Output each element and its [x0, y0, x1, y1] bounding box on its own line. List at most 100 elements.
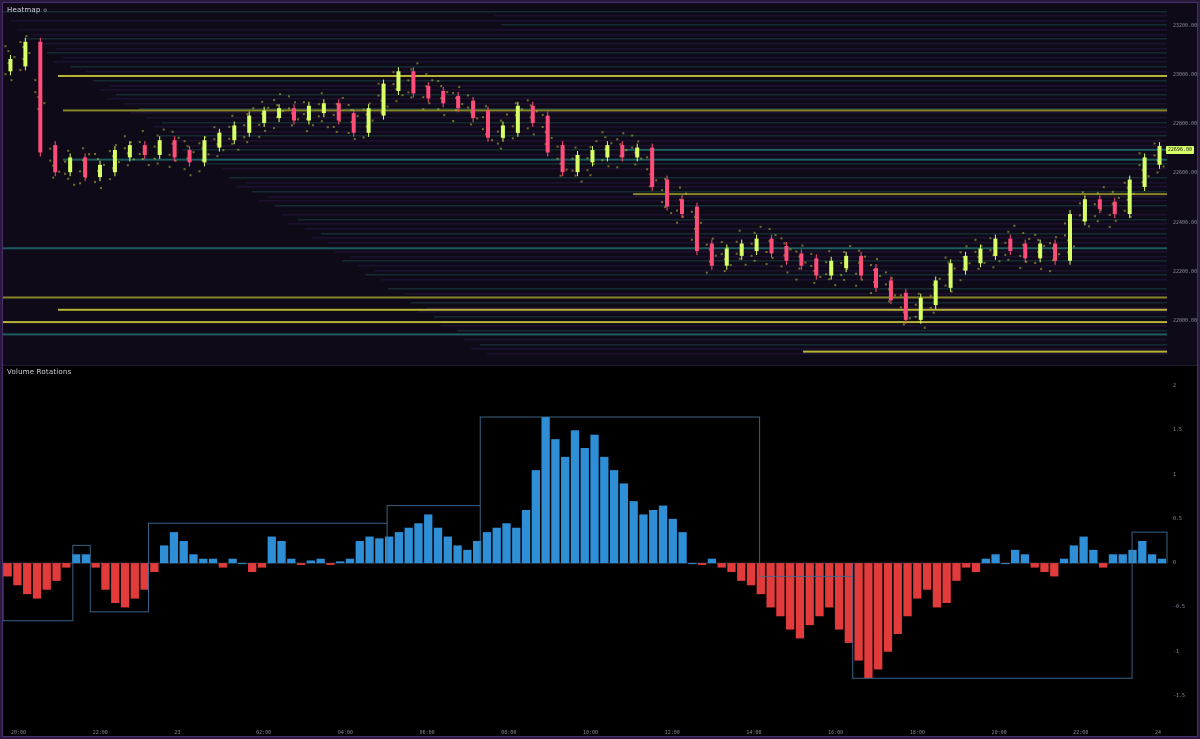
heatmap-canvas[interactable] [3, 3, 1198, 365]
liquidity-cell [968, 262, 971, 265]
liquidity-cell [589, 146, 592, 149]
liquidity-cell [795, 250, 798, 253]
price-candle [530, 105, 535, 123]
liquidity-cell [347, 131, 350, 134]
price-candle [202, 140, 207, 163]
liquidity-streak [109, 85, 1167, 87]
volume-bar [62, 563, 71, 568]
liquidity-cell [407, 79, 410, 82]
volume-bar [248, 563, 257, 572]
price-tick-label: 22600.00 [1173, 170, 1198, 177]
liquidity-cell [780, 265, 783, 268]
liquidity-streak [93, 80, 1167, 82]
liquidity-cell [341, 96, 344, 99]
liquidity-cell [67, 149, 70, 152]
liquidity-cell [511, 125, 514, 128]
time-tick-label: 24 [1155, 730, 1162, 736]
liquidity-streak [464, 339, 1167, 341]
price-candle [172, 140, 177, 158]
liquidity-cell [440, 85, 443, 88]
volume-bar [551, 439, 560, 564]
liquidity-cell [1108, 225, 1111, 228]
price-candle [112, 150, 117, 173]
price-candle [799, 253, 804, 266]
liquidity-cell [34, 91, 37, 94]
volume-bar [1040, 563, 1049, 572]
liquidity-cell [571, 157, 574, 160]
liquidity-cell [228, 125, 231, 128]
liquidity-streak [24, 38, 1167, 40]
price-candle [515, 105, 520, 133]
liquidity-cell [893, 294, 896, 297]
time-tick-label: 18:00 [909, 730, 925, 736]
settings-icon[interactable]: ⚙ [43, 8, 48, 14]
liquidity-cell [810, 252, 813, 255]
liquidity-cell [1028, 237, 1031, 240]
liquidity-cell [843, 251, 846, 254]
liquidity-streak [289, 223, 1167, 225]
price-candle [500, 125, 505, 138]
price-candle [859, 255, 864, 276]
price-candle [814, 258, 819, 276]
time-tick-label: 02:00 [256, 730, 272, 736]
heatmap-panel[interactable]: Heatmap ⚙ 23200.00 23000.00 22800.00 22600.… [3, 3, 1198, 365]
volume-bar [688, 563, 697, 565]
liquidity-cell [279, 93, 282, 96]
price-candle [1157, 146, 1162, 165]
liquidity-cell [1087, 225, 1090, 228]
liquidity-streak [275, 205, 1167, 207]
liquidity-cell [425, 73, 428, 76]
volume-bar [160, 545, 169, 564]
liquidity-streak [268, 196, 1167, 198]
liquidity-streak [457, 330, 1167, 332]
liquidity-cell [416, 62, 419, 65]
volume-bar [600, 456, 609, 564]
liquidity-cell [637, 140, 640, 143]
volume-bar [805, 563, 814, 626]
liquidity-streak [471, 348, 1167, 350]
volume-bar [424, 514, 433, 564]
liquidity-cell [565, 168, 568, 171]
liquidity-streak [199, 154, 1167, 156]
liquidity-cell [989, 249, 992, 252]
volume-bar [668, 518, 677, 564]
volume-canvas[interactable] [3, 366, 1198, 726]
volume-bar [326, 563, 335, 565]
liquidity-cell [834, 284, 837, 287]
liquidity-cell [52, 176, 55, 179]
liquidity-cell [1049, 242, 1052, 245]
volume-bar [609, 470, 619, 564]
liquidity-cell [79, 182, 82, 185]
liquidity-cell [455, 109, 458, 112]
liquidity-cell [607, 165, 610, 168]
liquidity-cell [550, 137, 553, 140]
volume-panel[interactable]: Volume Rotations 2 1.5 1 0.5 0 -0.5 -1 -1.5 [3, 366, 1198, 726]
liquidity-cell [828, 278, 831, 281]
liquidity-cell [616, 166, 619, 169]
price-tick-label: 23200.00 [1173, 22, 1198, 29]
liquidity-cell [917, 320, 920, 323]
liquidity-cell [938, 277, 941, 280]
price-candle [1097, 199, 1102, 210]
liquidity-cell [443, 114, 446, 117]
liquidity-cell [97, 157, 99, 160]
volume-bar [3, 563, 12, 577]
liquidity-streak [404, 293, 1167, 295]
liquidity-cell [908, 317, 911, 320]
liquidity-cell [476, 117, 479, 120]
volume-bar [189, 554, 198, 564]
liquidity-cell [362, 108, 365, 111]
liquidity-cell [914, 315, 917, 318]
liquidity-cell [661, 201, 664, 204]
volume-bar [1089, 549, 1098, 564]
liquidity-streak [434, 316, 1167, 318]
liquidity-cell [992, 266, 995, 269]
liquidity-cell [410, 68, 413, 71]
time-axis[interactable]: 20:00 22:00 23 02:00 04:00 06:00 08:00 10:00 12:… [3, 726, 1197, 736]
liquidity-cell [10, 79, 13, 82]
liquidity-cell [1093, 215, 1096, 218]
liquidity-cell [1037, 238, 1040, 241]
liquidity-streak [123, 103, 1167, 105]
time-tick-label: 23 [174, 730, 181, 736]
volume-bar [306, 560, 316, 564]
